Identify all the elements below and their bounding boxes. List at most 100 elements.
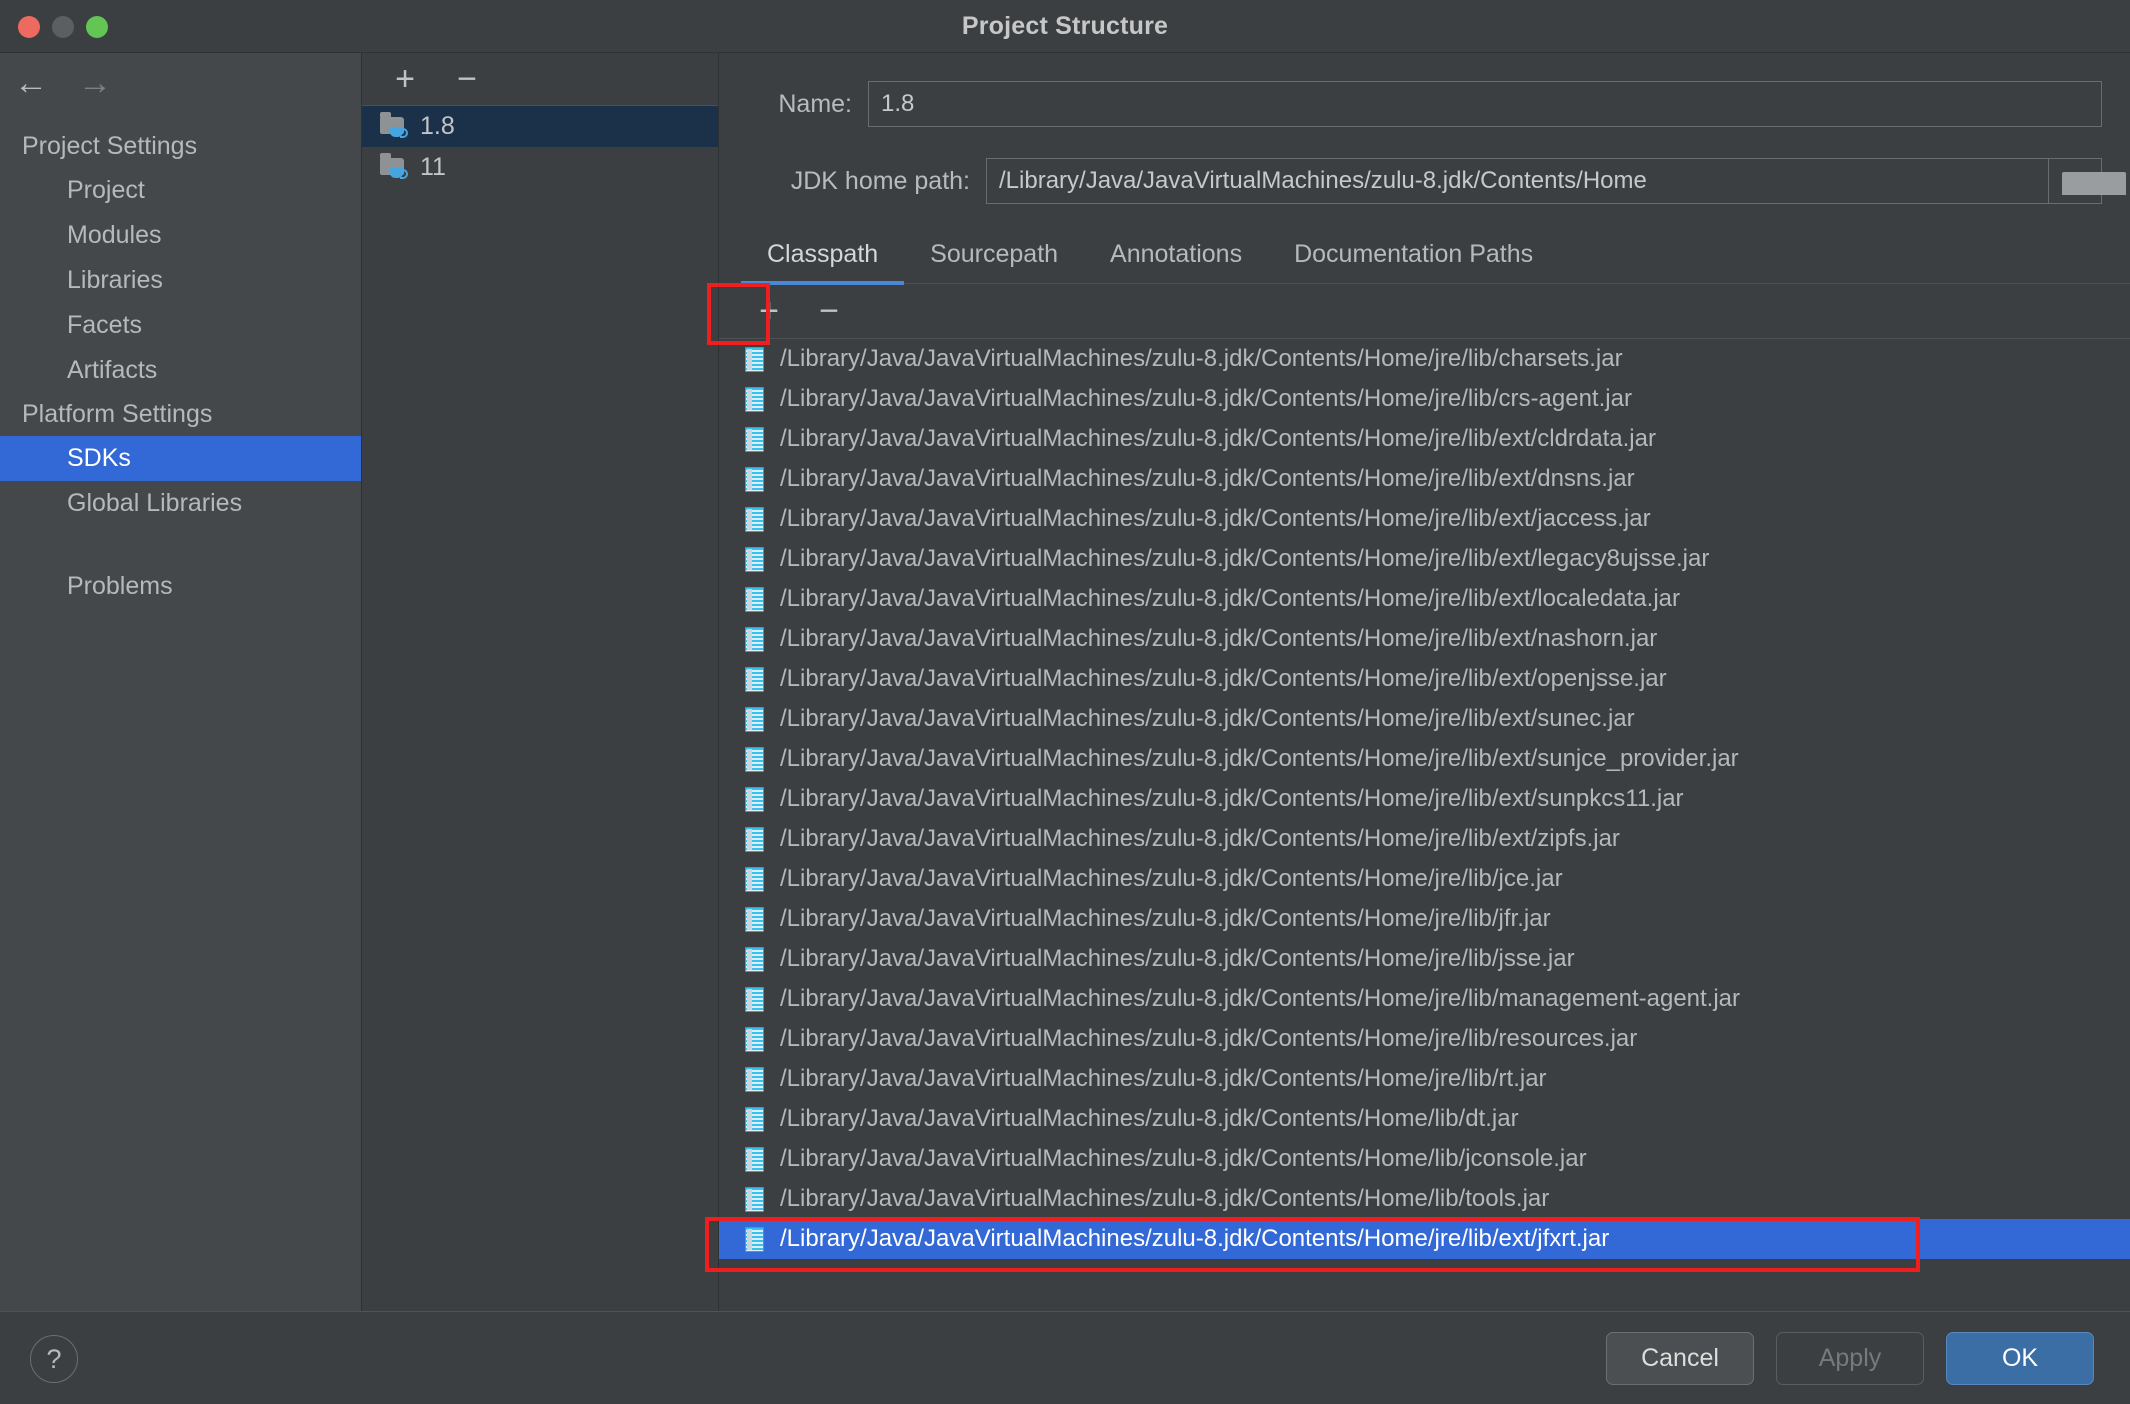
classpath-entry-label: /Library/Java/JavaVirtualMachines/zulu-8…: [780, 745, 1739, 772]
classpath-entry-row[interactable]: /Library/Java/JavaVirtualMachines/zulu-8…: [719, 1219, 2130, 1259]
classpath-entry-label: /Library/Java/JavaVirtualMachines/zulu-8…: [780, 625, 1658, 652]
classpath-entry-row[interactable]: /Library/Java/JavaVirtualMachines/zulu-8…: [719, 419, 2130, 459]
classpath-entry-row[interactable]: /Library/Java/JavaVirtualMachines/zulu-8…: [719, 499, 2130, 539]
remove-classpath-entry-button[interactable]: −: [805, 287, 853, 335]
jar-archive-icon: [745, 466, 764, 492]
add-classpath-entry-button[interactable]: +: [745, 287, 793, 335]
classpath-entry-label: /Library/Java/JavaVirtualMachines/zulu-8…: [780, 1105, 1519, 1132]
sidebar-item-artifacts[interactable]: Artifacts: [0, 348, 361, 393]
classpath-entry-row[interactable]: /Library/Java/JavaVirtualMachines/zulu-8…: [719, 859, 2130, 899]
sdk-list-item[interactable]: 1.8: [362, 106, 718, 147]
classpath-entry-row[interactable]: /Library/Java/JavaVirtualMachines/zulu-8…: [719, 339, 2130, 379]
classpath-entry-row[interactable]: /Library/Java/JavaVirtualMachines/zulu-8…: [719, 619, 2130, 659]
settings-sidebar: ← → Project Settings Project Modules Lib…: [0, 53, 362, 1311]
classpath-entry-list[interactable]: /Library/Java/JavaVirtualMachines/zulu-8…: [719, 339, 2130, 1259]
folder-icon: [2062, 171, 2126, 195]
classpath-entry-label: /Library/Java/JavaVirtualMachines/zulu-8…: [780, 945, 1575, 972]
dialog-footer: ? Cancel Apply OK: [0, 1311, 2130, 1404]
browse-folder-button[interactable]: [2048, 158, 2126, 204]
classpath-entry-label: /Library/Java/JavaVirtualMachines/zulu-8…: [780, 345, 1623, 372]
classpath-entry-row[interactable]: /Library/Java/JavaVirtualMachines/zulu-8…: [719, 939, 2130, 979]
classpath-entry-row[interactable]: /Library/Java/JavaVirtualMachines/zulu-8…: [719, 379, 2130, 419]
jar-archive-icon: [745, 746, 764, 772]
sdk-name-input[interactable]: 1.8: [868, 81, 2102, 127]
classpath-entry-label: /Library/Java/JavaVirtualMachines/zulu-8…: [780, 1145, 1587, 1172]
classpath-entry-row[interactable]: /Library/Java/JavaVirtualMachines/zulu-8…: [719, 1099, 2130, 1139]
classpath-entry-row[interactable]: /Library/Java/JavaVirtualMachines/zulu-8…: [719, 1179, 2130, 1219]
jdk-home-path-row: JDK home path: /Library/Java/JavaVirtual…: [719, 158, 2130, 204]
classpath-entry-row[interactable]: /Library/Java/JavaVirtualMachines/zulu-8…: [719, 779, 2130, 819]
forward-arrow-icon[interactable]: →: [78, 66, 112, 100]
nav-buttons: ← →: [0, 53, 361, 113]
sidebar-nav-list: Project Settings Project Modules Librari…: [0, 113, 361, 609]
classpath-entry-label: /Library/Java/JavaVirtualMachines/zulu-8…: [780, 385, 1632, 412]
sidebar-item-libraries[interactable]: Libraries: [0, 258, 361, 303]
classpath-entry-label: /Library/Java/JavaVirtualMachines/zulu-8…: [780, 545, 1710, 572]
jar-archive-icon: [745, 826, 764, 852]
remove-sdk-button[interactable]: −: [446, 58, 488, 100]
classpath-entry-row[interactable]: /Library/Java/JavaVirtualMachines/zulu-8…: [719, 579, 2130, 619]
tab-documentation-paths[interactable]: Documentation Paths: [1268, 236, 1559, 283]
jar-archive-icon: [745, 586, 764, 612]
sidebar-group-project-settings: Project Settings: [22, 132, 198, 160]
tab-annotations[interactable]: Annotations: [1084, 236, 1268, 283]
sdk-list-item[interactable]: 11: [362, 147, 718, 188]
classpath-entry-label: /Library/Java/JavaVirtualMachines/zulu-8…: [780, 1025, 1638, 1052]
sdk-tabs: Classpath Sourcepath Annotations Documen…: [719, 236, 2130, 285]
classpath-entry-row[interactable]: /Library/Java/JavaVirtualMachines/zulu-8…: [719, 1019, 2130, 1059]
apply-button: Apply: [1776, 1332, 1924, 1385]
jdk-home-path-input[interactable]: /Library/Java/JavaVirtualMachines/zulu-8…: [986, 158, 2048, 204]
sdk-name-row: Name: 1.8: [719, 81, 2130, 127]
classpath-entry-label: /Library/Java/JavaVirtualMachines/zulu-8…: [780, 665, 1667, 692]
jar-archive-icon: [745, 1106, 764, 1132]
sdk-list: 1.8 11: [362, 106, 718, 188]
jar-archive-icon: [745, 1226, 764, 1252]
jdk-home-path-control: /Library/Java/JavaVirtualMachines/zulu-8…: [986, 158, 2126, 204]
classpath-entry-label: /Library/Java/JavaVirtualMachines/zulu-8…: [780, 705, 1635, 732]
classpath-entry-row[interactable]: /Library/Java/JavaVirtualMachines/zulu-8…: [719, 979, 2130, 1019]
jar-archive-icon: [745, 1186, 764, 1212]
jar-archive-icon: [745, 986, 764, 1012]
sidebar-item-facets[interactable]: Facets: [0, 303, 361, 348]
sidebar-item-global-libraries[interactable]: Global Libraries: [0, 481, 361, 526]
sdk-detail-panel: Name: 1.8 JDK home path: /Library/Java/J…: [719, 53, 2130, 1311]
back-arrow-icon[interactable]: ←: [14, 66, 48, 100]
classpath-entry-row[interactable]: /Library/Java/JavaVirtualMachines/zulu-8…: [719, 739, 2130, 779]
tab-classpath[interactable]: Classpath: [741, 236, 905, 285]
classpath-entry-label: /Library/Java/JavaVirtualMachines/zulu-8…: [780, 465, 1635, 492]
sdk-list-item-label: 1.8: [420, 112, 455, 140]
classpath-entry-label: /Library/Java/JavaVirtualMachines/zulu-8…: [780, 785, 1684, 812]
jar-archive-icon: [745, 866, 764, 892]
classpath-entry-label: /Library/Java/JavaVirtualMachines/zulu-8…: [780, 825, 1620, 852]
classpath-entry-row[interactable]: /Library/Java/JavaVirtualMachines/zulu-8…: [719, 1139, 2130, 1179]
classpath-entry-label: /Library/Java/JavaVirtualMachines/zulu-8…: [780, 865, 1563, 892]
classpath-entry-row[interactable]: /Library/Java/JavaVirtualMachines/zulu-8…: [719, 1059, 2130, 1099]
classpath-entry-row[interactable]: /Library/Java/JavaVirtualMachines/zulu-8…: [719, 459, 2130, 499]
sidebar-item-modules[interactable]: Modules: [0, 213, 361, 258]
sidebar-item-problems[interactable]: Problems: [0, 564, 361, 609]
jar-archive-icon: [745, 666, 764, 692]
help-button[interactable]: ?: [30, 1335, 78, 1383]
classpath-entry-label: /Library/Java/JavaVirtualMachines/zulu-8…: [780, 985, 1741, 1012]
sidebar-item-project[interactable]: Project: [0, 168, 361, 213]
classpath-entry-label: /Library/Java/JavaVirtualMachines/zulu-8…: [780, 1065, 1547, 1092]
jar-archive-icon: [745, 546, 764, 572]
jar-archive-icon: [745, 626, 764, 652]
classpath-entry-row[interactable]: /Library/Java/JavaVirtualMachines/zulu-8…: [719, 699, 2130, 739]
classpath-entry-row[interactable]: /Library/Java/JavaVirtualMachines/zulu-8…: [719, 899, 2130, 939]
jar-archive-icon: [745, 786, 764, 812]
cancel-button[interactable]: Cancel: [1606, 1332, 1754, 1385]
jdk-icon: [380, 111, 408, 140]
classpath-entry-label: /Library/Java/JavaVirtualMachines/zulu-8…: [780, 905, 1551, 932]
add-sdk-button[interactable]: +: [384, 58, 426, 100]
sidebar-group-platform-settings: Platform Settings: [22, 400, 213, 428]
classpath-entry-row[interactable]: /Library/Java/JavaVirtualMachines/zulu-8…: [719, 819, 2130, 859]
tab-sourcepath[interactable]: Sourcepath: [904, 236, 1084, 283]
jar-archive-icon: [745, 1146, 764, 1172]
classpath-entry-row[interactable]: /Library/Java/JavaVirtualMachines/zulu-8…: [719, 539, 2130, 579]
jar-archive-icon: [745, 1026, 764, 1052]
classpath-entry-row[interactable]: /Library/Java/JavaVirtualMachines/zulu-8…: [719, 659, 2130, 699]
sidebar-item-sdks[interactable]: SDKs: [0, 436, 361, 481]
ok-button[interactable]: OK: [1946, 1332, 2094, 1385]
window-title: Project Structure: [961, 12, 1169, 40]
